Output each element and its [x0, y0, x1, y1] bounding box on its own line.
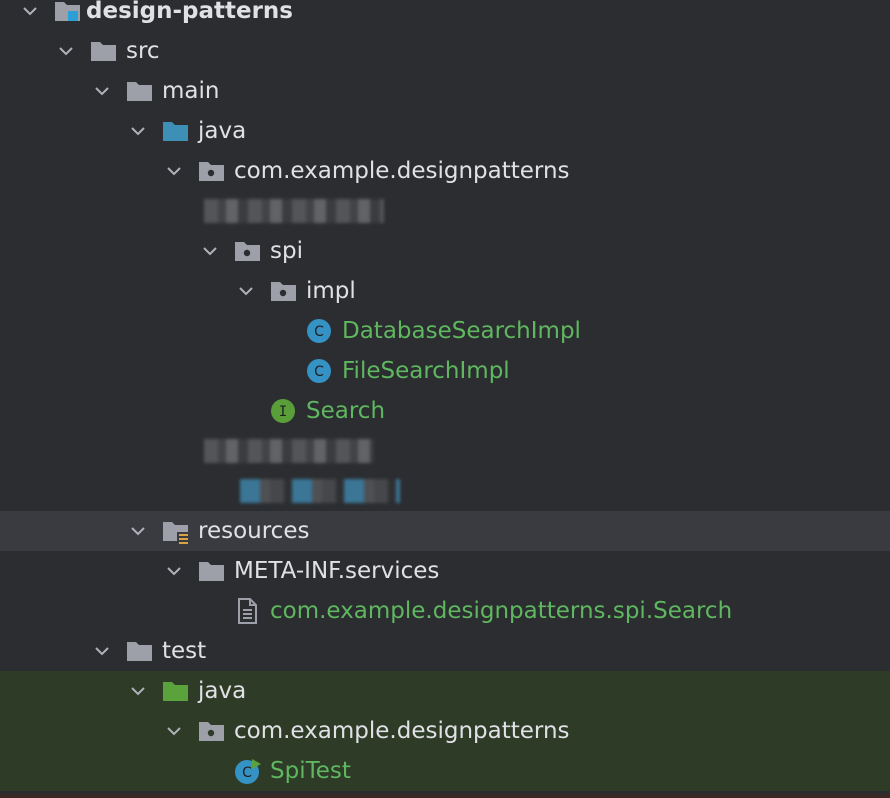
tree-label: src: [126, 38, 160, 64]
tree-row-main-java[interactable]: java: [0, 111, 890, 151]
tree-row-spi[interactable]: spi: [0, 231, 890, 271]
chevron-down-icon[interactable]: [126, 111, 150, 151]
tree-label: resources: [198, 518, 310, 544]
chevron-down-icon[interactable]: [162, 551, 186, 591]
chevron-down-icon[interactable]: [162, 151, 186, 191]
class-icon: C: [306, 359, 332, 383]
text-file-icon: [234, 598, 260, 624]
tree-row-spi-test[interactable]: C SpiTest: [0, 751, 890, 791]
folder-icon: [198, 559, 224, 583]
folder-icon: [90, 39, 116, 63]
tree-label: com.example.designpatterns: [234, 718, 570, 744]
tree-row-resources[interactable]: resources: [0, 511, 890, 551]
tree-label: java: [198, 118, 247, 144]
source-root-folder-icon: [162, 119, 188, 143]
test-root-folder-icon: [162, 679, 188, 703]
svg-text:I: I: [279, 404, 287, 420]
tree-label: DatabaseSearchImpl: [342, 318, 581, 344]
class-icon: C: [306, 319, 332, 343]
tree-label: com.example.designpatterns: [234, 158, 570, 184]
tree-row-impl[interactable]: impl: [0, 271, 890, 311]
package-icon: [234, 239, 260, 263]
tree-label: META-INF.services: [234, 558, 440, 584]
tree-row-main-package[interactable]: com.example.designpatterns: [0, 151, 890, 191]
chevron-down-icon[interactable]: [234, 271, 258, 311]
chevron-down-icon[interactable]: [54, 31, 78, 71]
redacted-item: [204, 439, 374, 463]
tree-row-redacted-1: [0, 191, 890, 231]
tree-label: FileSearchImpl: [342, 358, 510, 384]
project-tree: design-patterns src main java com.exampl…: [0, 0, 890, 798]
package-icon: [198, 719, 224, 743]
tree-row-search[interactable]: I Search: [0, 391, 890, 431]
chevron-down-icon[interactable]: [162, 711, 186, 751]
tree-row-test[interactable]: test: [0, 631, 890, 671]
tree-row-redacted-2: [0, 431, 890, 471]
package-icon: [198, 159, 224, 183]
svg-text:C: C: [242, 765, 252, 781]
bottom-edge: [0, 794, 890, 798]
tree-label: main: [162, 78, 220, 104]
tree-label: test: [162, 638, 207, 664]
tree-row-test-java[interactable]: java: [0, 671, 890, 711]
tree-row-database-search-impl[interactable]: C DatabaseSearchImpl: [0, 311, 890, 351]
folder-icon: [126, 639, 152, 663]
tree-label: spi: [270, 238, 303, 264]
tree-label: Search: [306, 398, 386, 424]
redacted-item: [240, 479, 400, 503]
tree-row-test-package[interactable]: com.example.designpatterns: [0, 711, 890, 751]
svg-text:C: C: [314, 324, 324, 340]
tree-label: com.example.designpatterns.spi.Search: [270, 598, 733, 624]
tree-row-service-file[interactable]: com.example.designpatterns.spi.Search: [0, 591, 890, 631]
folder-icon: [126, 79, 152, 103]
resources-root-folder-icon: [162, 519, 189, 544]
chevron-down-icon[interactable]: [90, 71, 114, 111]
chevron-down-icon[interactable]: [126, 511, 150, 551]
tree-label: design-patterns: [86, 0, 293, 24]
tree-label: impl: [306, 278, 356, 304]
tree-label: java: [198, 678, 247, 704]
tree-row-design-patterns[interactable]: design-patterns: [0, 0, 890, 31]
interface-icon: I: [270, 399, 296, 423]
tree-row-meta-inf-services[interactable]: META-INF.services: [0, 551, 890, 591]
chevron-down-icon[interactable]: [18, 0, 42, 31]
module-folder-icon: [54, 0, 80, 23]
chevron-down-icon[interactable]: [198, 231, 222, 271]
tree-row-src[interactable]: src: [0, 31, 890, 71]
chevron-down-icon[interactable]: [126, 671, 150, 711]
package-icon: [270, 279, 296, 303]
tree-label: SpiTest: [270, 758, 351, 784]
svg-text:C: C: [314, 364, 324, 380]
test-class-icon: C: [234, 759, 261, 784]
tree-row-redacted-3: [0, 471, 890, 511]
tree-row-main[interactable]: main: [0, 71, 890, 111]
chevron-down-icon[interactable]: [90, 631, 114, 671]
tree-row-file-search-impl[interactable]: C FileSearchImpl: [0, 351, 890, 391]
redacted-item: [204, 199, 384, 223]
